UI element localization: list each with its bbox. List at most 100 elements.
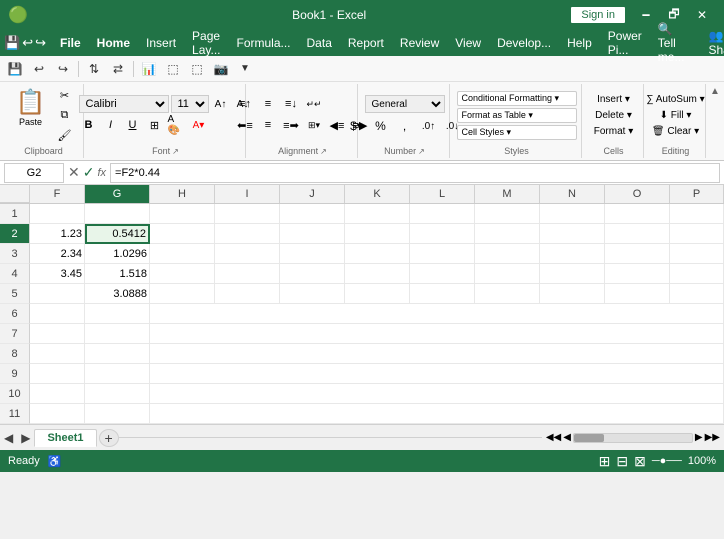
menu-report[interactable]: Report bbox=[340, 34, 392, 52]
scroll-right-btn2[interactable]: ▶ bbox=[695, 432, 703, 443]
menu-view[interactable]: View bbox=[447, 34, 489, 52]
col-header-P[interactable]: P bbox=[670, 185, 724, 203]
cell-G11[interactable] bbox=[85, 404, 150, 424]
cell-J4[interactable] bbox=[280, 264, 345, 284]
scroll-far-right-btn[interactable]: ▶▶ bbox=[705, 432, 720, 443]
clear-btn[interactable]: 🗑 Clear ▾ bbox=[646, 124, 705, 139]
col-header-F[interactable]: F bbox=[30, 185, 85, 203]
add-sheet-btn[interactable]: + bbox=[99, 429, 119, 447]
cell-F5[interactable] bbox=[30, 284, 85, 304]
wrap-text-btn[interactable]: ↵↵ bbox=[303, 95, 325, 113]
align-bottom-btn[interactable]: ≡↓ bbox=[280, 95, 302, 113]
cell-rest-11[interactable] bbox=[150, 404, 724, 424]
cell-P5[interactable] bbox=[670, 284, 724, 304]
col-header-K[interactable]: K bbox=[345, 185, 410, 203]
cell-K3[interactable] bbox=[345, 244, 410, 264]
ctb-more[interactable]: ▼ bbox=[234, 59, 256, 79]
align-center-btn[interactable]: ≡ bbox=[257, 116, 279, 134]
number-expand-icon[interactable]: ↗ bbox=[418, 147, 425, 156]
ctb-border1[interactable]: ⬚ bbox=[162, 59, 184, 79]
menu-pagelayout[interactable]: Page Lay... bbox=[184, 27, 228, 59]
ctb-sort-desc[interactable]: ⇄ bbox=[107, 59, 129, 79]
ctb-redo[interactable]: ↪ bbox=[52, 59, 74, 79]
cell-H3[interactable] bbox=[150, 244, 215, 264]
percent-btn[interactable]: % bbox=[370, 117, 392, 135]
bold-btn[interactable]: B bbox=[79, 116, 99, 134]
align-top-btn[interactable]: ≡↑ bbox=[234, 95, 256, 113]
ctb-border2[interactable]: ⬚ bbox=[186, 59, 208, 79]
cell-N5[interactable] bbox=[540, 284, 605, 304]
format-cells-btn[interactable]: Format ▾ bbox=[588, 124, 639, 139]
menu-insert[interactable]: Insert bbox=[138, 34, 184, 52]
col-header-N[interactable]: N bbox=[540, 185, 605, 203]
conditional-formatting-btn[interactable]: Conditional Formatting ▾ bbox=[457, 91, 577, 106]
italic-btn[interactable]: I bbox=[101, 116, 121, 134]
cell-G7[interactable] bbox=[85, 324, 150, 344]
col-header-H[interactable]: H bbox=[150, 185, 215, 203]
scroll-left-sheet-btn[interactable]: ◀ bbox=[0, 431, 17, 445]
cell-F7[interactable] bbox=[30, 324, 85, 344]
cell-rest-8[interactable] bbox=[150, 344, 724, 364]
cell-styles-btn[interactable]: Cell Styles ▾ bbox=[457, 125, 577, 140]
cell-M3[interactable] bbox=[475, 244, 540, 264]
cut-btn[interactable]: ✂ bbox=[53, 86, 75, 104]
cell-I4[interactable] bbox=[215, 264, 280, 284]
undo-qa-btn[interactable]: ↩ bbox=[22, 33, 33, 53]
cell-F11[interactable] bbox=[30, 404, 85, 424]
cell-F4[interactable]: 3.45 bbox=[30, 264, 85, 284]
fill-color-btn[interactable]: A🎨 bbox=[167, 116, 187, 134]
cell-I1[interactable] bbox=[215, 204, 280, 224]
menu-developer[interactable]: Develop... bbox=[489, 34, 559, 52]
cell-O3[interactable] bbox=[605, 244, 670, 264]
ctb-sort-asc[interactable]: ⇅ bbox=[83, 59, 105, 79]
cell-K4[interactable] bbox=[345, 264, 410, 284]
font-size-select[interactable]: 11 12 14 bbox=[171, 95, 209, 113]
scroll-far-left-btn[interactable]: ◀◀ bbox=[546, 432, 561, 443]
cell-P1[interactable] bbox=[670, 204, 724, 224]
cell-K5[interactable] bbox=[345, 284, 410, 304]
redo-qa-btn[interactable]: ↪ bbox=[35, 33, 46, 53]
font-name-select[interactable]: Calibri Arial bbox=[79, 95, 169, 113]
cell-F6[interactable] bbox=[30, 304, 85, 324]
cell-rest-6[interactable] bbox=[150, 304, 724, 324]
format-as-table-btn[interactable]: Format as Table ▾ bbox=[457, 108, 577, 123]
save-qa-btn[interactable]: 💾 bbox=[4, 33, 20, 53]
delete-cells-btn[interactable]: Delete ▾ bbox=[589, 108, 638, 123]
cell-G10[interactable] bbox=[85, 384, 150, 404]
cell-M5[interactable] bbox=[475, 284, 540, 304]
cell-J5[interactable] bbox=[280, 284, 345, 304]
autosum-btn[interactable]: ∑ AutoSum ▾ bbox=[640, 92, 710, 107]
menu-file[interactable]: File bbox=[52, 34, 89, 52]
menu-help[interactable]: Help bbox=[559, 34, 600, 52]
cell-L4[interactable] bbox=[410, 264, 475, 284]
align-left-btn[interactable]: ⬅≡ bbox=[234, 116, 256, 134]
cell-rest-7[interactable] bbox=[150, 324, 724, 344]
h-scrollbar[interactable] bbox=[573, 433, 693, 443]
col-header-G[interactable]: G bbox=[85, 185, 150, 203]
cell-L3[interactable] bbox=[410, 244, 475, 264]
cell-G9[interactable] bbox=[85, 364, 150, 384]
cell-J1[interactable] bbox=[280, 204, 345, 224]
cell-reference-box[interactable]: G2 bbox=[4, 163, 64, 183]
format-painter-btn[interactable]: 🖌 bbox=[53, 126, 75, 144]
cell-L1[interactable] bbox=[410, 204, 475, 224]
fill-btn[interactable]: ⬇ Fill ▾ bbox=[654, 108, 698, 123]
font-color-btn[interactable]: A▾ bbox=[189, 116, 209, 134]
page-break-btn[interactable]: ⊠ bbox=[634, 453, 646, 470]
cell-I3[interactable] bbox=[215, 244, 280, 264]
h-scrollbar-thumb[interactable] bbox=[574, 434, 604, 442]
cell-G2[interactable]: 0.5412 bbox=[85, 224, 150, 244]
cell-O1[interactable] bbox=[605, 204, 670, 224]
accessibility-icon[interactable]: ♿ bbox=[48, 455, 62, 468]
font-expand-icon[interactable]: ↗ bbox=[172, 147, 179, 156]
cell-F2[interactable]: 1.23 bbox=[30, 224, 85, 244]
cell-G4[interactable]: 1.518 bbox=[85, 264, 150, 284]
number-format-select[interactable]: General Number Currency bbox=[365, 95, 445, 113]
cell-F3[interactable]: 2.34 bbox=[30, 244, 85, 264]
normal-view-btn[interactable]: ⊞ bbox=[599, 453, 611, 470]
cell-rest-9[interactable] bbox=[150, 364, 724, 384]
cell-N3[interactable] bbox=[540, 244, 605, 264]
ctb-camera[interactable]: 📷 bbox=[210, 59, 232, 79]
confirm-formula-btn[interactable]: ✓ bbox=[83, 164, 95, 181]
cell-P2[interactable] bbox=[670, 224, 724, 244]
